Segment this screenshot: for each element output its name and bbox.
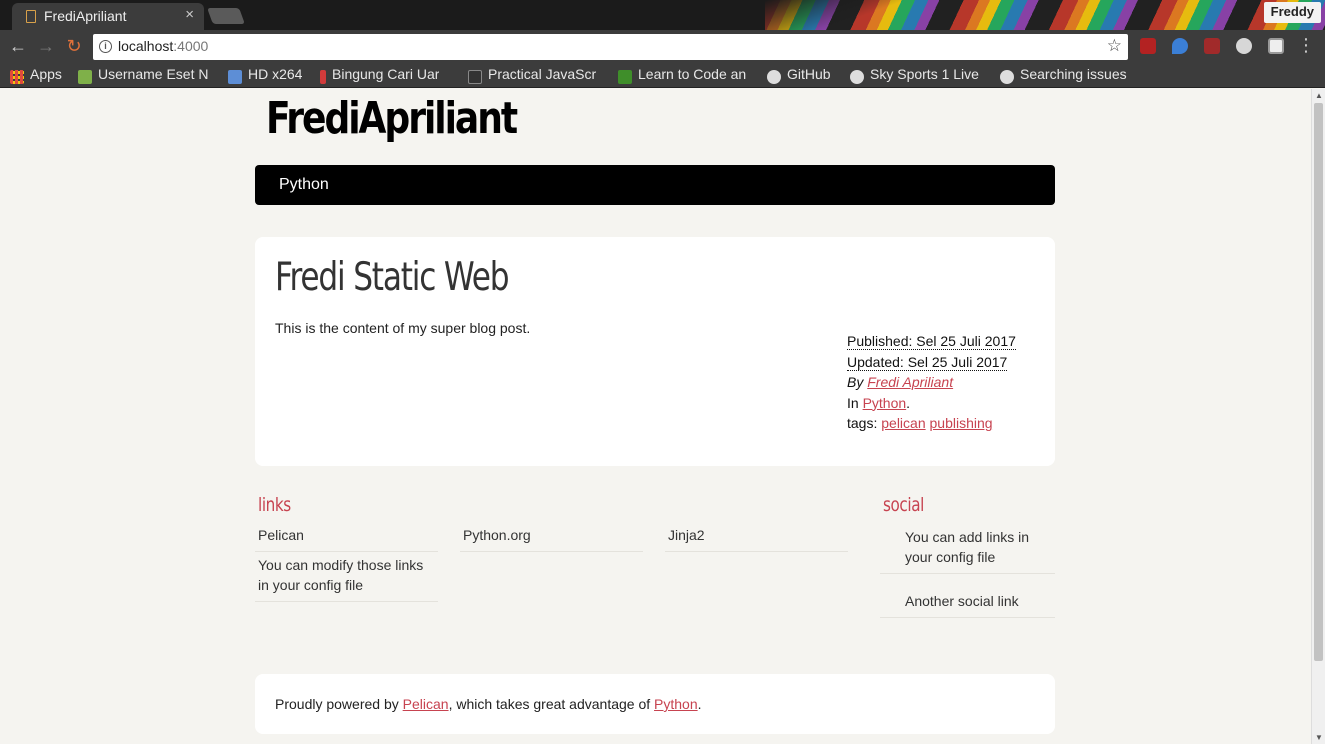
- reload-icon[interactable]: ↻: [64, 36, 84, 56]
- footer-text: Proudly powered by Pelican, which takes …: [275, 696, 702, 712]
- post-content: This is the content of my super blog pos…: [275, 320, 531, 336]
- theme-background: [765, 0, 1325, 30]
- scroll-down-icon[interactable]: ▼: [1315, 733, 1323, 742]
- toolbox-extension-icon[interactable]: [1204, 38, 1220, 54]
- category-link[interactable]: Python: [863, 395, 907, 411]
- blogroll-link[interactable]: You can modify those links in your confi…: [255, 555, 438, 602]
- social-heading: social: [883, 494, 924, 516]
- scroll-up-icon[interactable]: ▲: [1315, 91, 1323, 100]
- published-date: Published: Sel 25 Juli 2017: [847, 333, 1016, 350]
- tag-link[interactable]: pelican: [881, 415, 925, 431]
- github-icon: [767, 70, 781, 84]
- back-icon[interactable]: ←: [8, 36, 28, 56]
- footer: Proudly powered by Pelican, which takes …: [255, 674, 1055, 734]
- page-scrollbar[interactable]: ▲ ▼: [1311, 89, 1325, 744]
- bookmarks-bar: Apps Username Eset N HD x264 Bingung Car…: [0, 63, 1325, 88]
- bookmark-item[interactable]: GitHub: [767, 66, 842, 86]
- scrollbar-thumb[interactable]: [1314, 103, 1323, 661]
- blogroll-link[interactable]: Python.org: [460, 525, 643, 552]
- github-icon: [1000, 70, 1014, 84]
- forward-icon[interactable]: →: [36, 36, 56, 56]
- footer-python-link[interactable]: Python: [654, 696, 698, 712]
- bookmark-item[interactable]: HD x264: [228, 66, 310, 86]
- bookmark-apps[interactable]: Apps: [10, 66, 70, 86]
- blogroll-link[interactable]: Jinja2: [665, 525, 848, 552]
- author-link[interactable]: Fredi Apriliant: [867, 374, 953, 390]
- ublock-extension-icon[interactable]: [1140, 38, 1156, 54]
- post-meta: Published: Sel 25 Juli 2017 Updated: Sel…: [847, 333, 1016, 431]
- menu-item-python[interactable]: Python: [279, 176, 329, 194]
- profile-button[interactable]: Freddy: [1263, 2, 1321, 23]
- post-title[interactable]: Fredi Static Web: [275, 255, 510, 300]
- apps-grid-icon: [10, 70, 24, 84]
- article: Fredi Static Web This is the content of …: [255, 237, 1055, 466]
- blogroll-heading: links: [258, 494, 291, 516]
- url-text[interactable]: localhost:4000: [118, 38, 208, 54]
- by-label: By: [847, 374, 864, 390]
- evernote-extension-icon[interactable]: [1268, 38, 1284, 54]
- page-viewport: FrediApriliant Python Fredi Static Web T…: [0, 89, 1311, 744]
- tags-label: tags:: [847, 415, 878, 431]
- bookmark-item[interactable]: Searching issues: [1000, 66, 1135, 86]
- page-icon: [26, 10, 36, 23]
- circle-extension-icon[interactable]: [1236, 38, 1252, 54]
- site-info-icon[interactable]: i: [99, 40, 112, 53]
- bookmark-star-icon[interactable]: ☆: [1107, 36, 1122, 56]
- bookmark-item[interactable]: Sky Sports 1 Live: [850, 66, 988, 86]
- address-bar[interactable]: i localhost:4000 ☆: [93, 34, 1128, 60]
- in-label: In: [847, 394, 859, 411]
- chart-icon: [78, 70, 92, 84]
- browser-menu-icon[interactable]: ⋮: [1297, 35, 1315, 56]
- bookmark-item[interactable]: Username Eset N: [78, 66, 215, 86]
- browser-tab-active[interactable]: FrediApriliant ×: [12, 3, 204, 30]
- new-tab-button[interactable]: [207, 8, 245, 24]
- browser-titlebar: FrediApriliant × Freddy: [0, 0, 1325, 30]
- bookmark-item[interactable]: Learn to Code an: [618, 66, 755, 86]
- shield-icon: [228, 70, 242, 84]
- browser-toolbar: ← → ↻ i localhost:4000 ☆ ⋮: [0, 30, 1325, 63]
- bookmark-favicon-icon: [320, 70, 326, 84]
- tag-link[interactable]: publishing: [930, 415, 993, 431]
- tab-close-icon[interactable]: ×: [185, 6, 194, 23]
- footer-pelican-link[interactable]: Pelican: [403, 696, 449, 712]
- tab-title: FrediApriliant: [44, 8, 127, 24]
- social-link[interactable]: You can add links in your config file: [880, 527, 1055, 574]
- bookmark-item[interactable]: Bingung Cari Uar: [320, 66, 458, 86]
- updated-date: Updated: Sel 25 Juli 2017: [847, 353, 1008, 371]
- social-link[interactable]: Another social link: [880, 591, 1055, 618]
- main-menu: Python: [255, 165, 1055, 205]
- site-title[interactable]: FrediApriliant: [266, 93, 518, 144]
- soccer-ball-icon: [850, 70, 864, 84]
- shield-extension-icon[interactable]: [1172, 38, 1188, 54]
- blogroll-link[interactable]: Pelican: [255, 525, 438, 552]
- w-letter-icon: [468, 70, 482, 84]
- freecodecamp-icon: [618, 70, 632, 84]
- bookmark-item[interactable]: Practical JavaScr: [468, 66, 605, 86]
